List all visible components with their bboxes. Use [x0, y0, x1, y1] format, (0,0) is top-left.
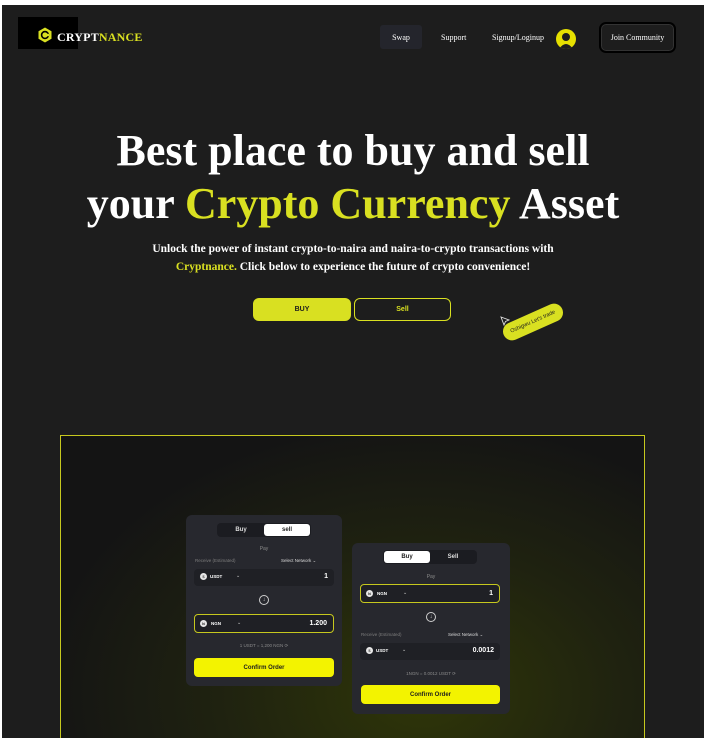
sell-card-tabs: Buy sell	[217, 523, 311, 537]
buy-order-card: Buy Sell Pay ₦ NGN ⌄ 1 ↓ Receive (Estima…	[352, 543, 510, 714]
buy-card-network-select[interactable]: Select Network ⌄	[448, 632, 483, 638]
sell-order-card: Buy sell Pay Receive (Estimated) Select …	[186, 515, 342, 686]
join-community-button[interactable]: Join Community	[599, 22, 676, 53]
hero-subtitle-line1: Unlock the power of instant crypto-to-na…	[152, 243, 554, 255]
nav-signup-link[interactable]: Signup/Loginup	[492, 33, 544, 42]
buy-card-tab-sell[interactable]: Sell	[430, 551, 476, 563]
hero-title-line2: your Crypto Currency Asset	[2, 177, 704, 230]
hero-sell-button[interactable]: Sell	[354, 298, 451, 321]
hero-title-line2-post: Asset	[510, 179, 620, 228]
refresh-icon[interactable]: ⟳	[285, 643, 289, 648]
sell-card-tab-buy[interactable]: Buy	[218, 524, 264, 536]
sell-card-from-amount[interactable]: 1	[324, 573, 328, 580]
ngn-coin-icon: ₦	[366, 590, 373, 597]
buy-card-rate: 1NGN = 0.0012 USDT ⟳	[352, 671, 510, 677]
sell-card-to-amount[interactable]: 1.200	[309, 620, 327, 627]
ngn-coin-icon: ₦	[200, 620, 207, 627]
buy-card-confirm-button[interactable]: Confirm Order	[361, 685, 500, 704]
hero-title-accent: Crypto Currency	[184, 179, 511, 228]
sell-card-rate-text: 1 USDT = 1,200 NGN	[239, 643, 284, 648]
hero-subtitle: Unlock the power of instant crypto-to-na…	[62, 240, 644, 276]
logo-text[interactable]: CRYPTNANCE	[57, 30, 143, 45]
nav-swap-link[interactable]: Swap	[380, 25, 422, 49]
buy-card-to-amount[interactable]: 0.0012	[473, 647, 494, 654]
sell-card-to-coin[interactable]: NGN	[211, 621, 221, 626]
sell-card-receive-label: Receive (Estimated)	[195, 558, 236, 563]
page: CRYPTNANCE Swap Support Signup/Loginup J…	[2, 5, 704, 738]
sell-card-network-select[interactable]: Select Network ⌄	[281, 558, 316, 564]
buy-card-receive-label: Receive (Estimated)	[361, 632, 402, 637]
hero-title-line1: Best place to buy and sell	[116, 126, 590, 175]
buy-card-network-label: Select Network	[448, 632, 479, 637]
buy-card-to-field[interactable]: $ USDT ⌄ 0.0012	[360, 643, 500, 660]
usdt-coin-icon: $	[200, 573, 207, 580]
refresh-icon[interactable]: ⟳	[452, 671, 456, 676]
nav-support-link[interactable]: Support	[441, 33, 466, 42]
swap-arrow-icon[interactable]: ↓	[259, 595, 269, 605]
usdt-coin-icon: $	[366, 647, 373, 654]
buy-card-rate-text: 1NGN = 0.0012 USDT	[406, 671, 451, 676]
chevron-down-icon: ⌄	[479, 632, 484, 637]
buy-card-from-field[interactable]: ₦ NGN ⌄ 1	[360, 584, 500, 603]
sell-card-pay-label: Pay	[259, 546, 269, 552]
chevron-down-icon[interactable]: ⌄	[403, 590, 407, 596]
sell-card-from-field[interactable]: $ USDT ⌄ 1	[194, 569, 334, 586]
buy-card-from-coin[interactable]: NGN	[377, 591, 387, 596]
chevron-down-icon: ⌄	[312, 558, 317, 563]
buy-card-from-amount[interactable]: 1	[489, 590, 493, 597]
sell-card-rate: 1 USDT = 1,200 NGN ⟳	[186, 643, 342, 649]
buy-card-pay-label: Pay	[426, 574, 436, 580]
buy-card-to-coin[interactable]: USDT	[376, 648, 388, 653]
swap-arrow-icon[interactable]: ↓	[426, 612, 436, 622]
chevron-down-icon[interactable]: ⌄	[237, 620, 241, 626]
sell-card-confirm-button[interactable]: Confirm Order	[194, 658, 334, 677]
logo-icon[interactable]	[37, 27, 53, 43]
logo-text-accent: NANCE	[98, 30, 143, 44]
chevron-down-icon[interactable]: ⌄	[402, 647, 406, 653]
hero-subtitle-line2: Click below to experience the future of …	[236, 261, 531, 273]
buy-card-tabs: Buy Sell	[383, 550, 477, 564]
sell-card-to-field[interactable]: ₦ NGN ⌄ 1.200	[194, 614, 334, 633]
sell-card-network-label: Select Network	[281, 558, 312, 563]
sell-card-tab-sell[interactable]: sell	[264, 524, 310, 536]
avatar-icon[interactable]	[556, 29, 576, 49]
sell-card-from-coin[interactable]: USDT	[210, 574, 222, 579]
logo-text-main: CRYPT	[57, 30, 99, 44]
hero-buy-button[interactable]: BUY	[253, 298, 351, 321]
hero-title-line2-pre: your	[86, 179, 185, 228]
buy-card-tab-buy[interactable]: Buy	[384, 551, 430, 563]
hero-subtitle-brand: Cryptnance.	[175, 261, 237, 273]
chevron-down-icon[interactable]: ⌄	[236, 573, 240, 579]
cursor-icon	[500, 316, 510, 326]
